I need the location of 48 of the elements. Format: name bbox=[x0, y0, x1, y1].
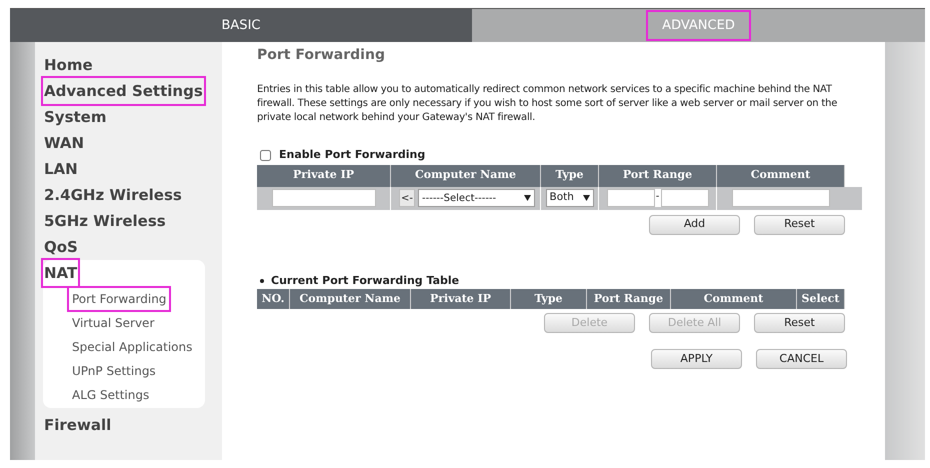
button[interactable]: Reset bbox=[754, 313, 845, 333]
checkbox-label: Enable Port Forwarding bbox=[279, 147, 426, 163]
column-header: Type bbox=[511, 289, 587, 309]
button[interactable]: Reset bbox=[754, 214, 845, 234]
computer-select[interactable]: ------Select------ bbox=[418, 189, 535, 207]
port-end-field[interactable] bbox=[660, 189, 708, 207]
section-title: Current Port Forwarding Table bbox=[271, 272, 460, 288]
sidebar-item[interactable]: 5GHz Wireless bbox=[43, 208, 167, 234]
column-header: Type bbox=[541, 164, 599, 186]
button[interactable]: Add bbox=[649, 214, 740, 234]
dropdown-arrow-icon bbox=[524, 195, 531, 201]
bullet-icon bbox=[260, 278, 264, 283]
sidebar-subitem[interactable]: Special Applications bbox=[69, 336, 196, 358]
sidebar-item[interactable]: Firewall bbox=[43, 412, 112, 438]
sidebar-item[interactable]: QoS bbox=[43, 234, 79, 260]
copy-button[interactable]: <- bbox=[399, 189, 415, 207]
sidebar-item[interactable]: Home bbox=[43, 52, 94, 78]
sidebar-item[interactable]: System bbox=[43, 104, 108, 130]
sidebar-subitem[interactable]: Virtual Server bbox=[69, 312, 158, 334]
button[interactable]: CANCEL bbox=[756, 349, 847, 369]
sidebar-subitem[interactable]: ALG Settings bbox=[69, 384, 152, 406]
column-header: Computer Name bbox=[290, 289, 411, 309]
column-header: Port Range bbox=[587, 289, 671, 309]
column-header: Comment bbox=[671, 289, 797, 309]
page-title: Port Forwarding bbox=[257, 46, 386, 65]
dropdown-arrow-icon bbox=[582, 195, 590, 201]
sidebar-item[interactable]: WAN bbox=[43, 130, 86, 156]
column-header: Comment bbox=[717, 164, 845, 186]
column-header: Private IP bbox=[411, 289, 511, 309]
sidebar-item[interactable]: 2.4GHz Wireless bbox=[43, 182, 183, 208]
type-select[interactable]: Both bbox=[546, 189, 594, 207]
column-header: Private IP bbox=[257, 164, 391, 186]
checkbox[interactable] bbox=[260, 150, 271, 161]
sidebar-subitem[interactable]: UPnP Settings bbox=[69, 360, 159, 382]
private-ip-field[interactable] bbox=[272, 189, 376, 207]
column-header: Port Range bbox=[599, 164, 717, 186]
sidebar-item[interactable]: NAT bbox=[43, 260, 78, 286]
sidebar-subitem[interactable]: Port Forwarding bbox=[69, 288, 170, 310]
tab[interactable]: BASIC bbox=[10, 9, 472, 42]
description: Entries in this table allow you to automatically redirect common network services to a specific machine behind the NAT firewall. These settings are only necessary if you wish to host some sort of server like a web server or mail server on the private local network behind your Gateway's NAT firewall. bbox=[257, 83, 838, 125]
sidebar-item[interactable]: LAN bbox=[43, 156, 79, 182]
column-header: Select bbox=[797, 289, 845, 309]
sidebar-item[interactable]: Advanced Settings bbox=[43, 78, 204, 104]
button[interactable]: APPLY bbox=[651, 349, 742, 369]
port-start-field[interactable] bbox=[606, 189, 654, 207]
comment-field[interactable] bbox=[732, 189, 830, 207]
column-header: NO. bbox=[257, 289, 290, 309]
column-header: Computer Name bbox=[391, 164, 541, 186]
